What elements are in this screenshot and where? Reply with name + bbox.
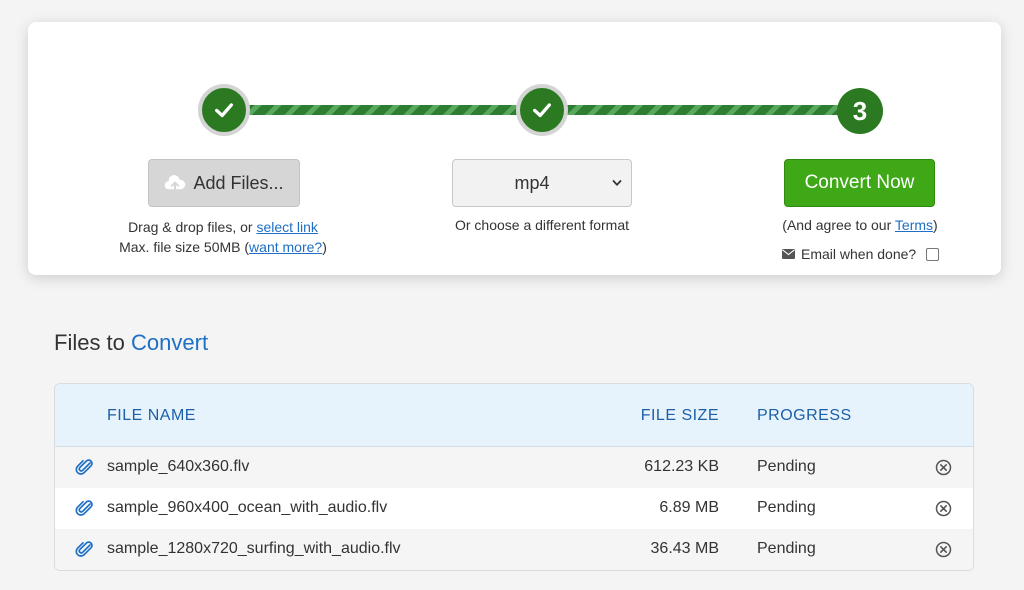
- add-files-button[interactable]: Add Files...: [148, 159, 300, 207]
- section-title: Files to Convert: [54, 330, 208, 356]
- remove-circle-icon[interactable]: [935, 541, 952, 558]
- table-header: FILE NAME FILE SIZE PROGRESS: [55, 384, 973, 447]
- step-1-done: [198, 84, 250, 136]
- email-checkbox[interactable]: [926, 247, 940, 261]
- format-select[interactable]: mp4: [452, 159, 632, 207]
- format-hint: Or choose a different format: [454, 217, 630, 233]
- section-title-accent: Convert: [131, 330, 209, 355]
- email-label: Email when done?: [801, 246, 917, 262]
- convert-now-button[interactable]: Convert Now: [784, 159, 935, 207]
- convert-now-label: Convert Now: [804, 172, 915, 193]
- file-progress: Pending: [757, 540, 816, 557]
- file-name: sample_640x360.flv: [107, 458, 250, 475]
- file-progress: Pending: [757, 458, 816, 475]
- agree-prefix: (And agree to our: [782, 217, 895, 233]
- table-row: sample_960x400_ocean_with_audio.flv 6.89…: [55, 488, 973, 529]
- progress-track-2-3: [564, 105, 844, 115]
- remove-circle-icon[interactable]: [935, 459, 952, 476]
- paperclip-icon: [75, 541, 93, 557]
- column-progress: PROGRESS: [757, 407, 852, 424]
- column-file-size: FILE SIZE: [640, 407, 719, 424]
- file-size: 612.23 KB: [644, 458, 719, 475]
- column-file-name: FILE NAME: [107, 407, 196, 424]
- file-name: sample_960x400_ocean_with_audio.flv: [107, 499, 388, 516]
- progress-track-1-2: [246, 105, 522, 115]
- want-more-link[interactable]: want more?: [249, 239, 322, 255]
- check-icon: [533, 103, 551, 118]
- check-icon: [215, 103, 233, 118]
- file-progress: Pending: [757, 499, 816, 516]
- file-name: sample_1280x720_surfing_with_audio.flv: [107, 540, 401, 557]
- select-link[interactable]: select link: [256, 219, 317, 235]
- drag-drop-text: Drag & drop files, or: [128, 219, 257, 235]
- agree-suffix: ): [933, 217, 938, 233]
- envelope-icon: [782, 249, 795, 259]
- paperclip-icon: [75, 459, 93, 475]
- section-title-prefix: Files to: [54, 330, 125, 355]
- add-files-label: Add Files...: [193, 172, 284, 193]
- format-select-value: mp4: [514, 173, 550, 193]
- max-size-suffix: ): [322, 239, 327, 255]
- file-size: 6.89 MB: [659, 499, 719, 516]
- email-when-done: Email when done?: [782, 245, 940, 263]
- remove-circle-icon[interactable]: [935, 500, 952, 517]
- terms-link[interactable]: Terms: [895, 217, 933, 233]
- step-3-current: 3: [837, 88, 883, 134]
- step-3-number: 3: [852, 95, 868, 126]
- cloud-upload-icon: [165, 175, 186, 192]
- upload-hint: Drag & drop files, or select link Max. f…: [88, 217, 358, 257]
- file-size: 36.43 MB: [650, 540, 719, 557]
- table-row: sample_1280x720_surfing_with_audio.flv 3…: [55, 529, 973, 570]
- files-table: FILE NAME FILE SIZE PROGRESS sample_640x…: [54, 383, 974, 571]
- converter-card: 3 Add Files... Drag & drop files, or sel…: [28, 22, 1001, 275]
- max-size-text: Max. file size 50MB (: [119, 239, 250, 255]
- paperclip-icon: [75, 500, 93, 516]
- table-row: sample_640x360.flv 612.23 KB Pending: [55, 447, 973, 488]
- chevron-down-icon: [612, 180, 622, 186]
- terms-hint: (And agree to our Terms): [764, 215, 956, 235]
- step-2-done: [516, 84, 568, 136]
